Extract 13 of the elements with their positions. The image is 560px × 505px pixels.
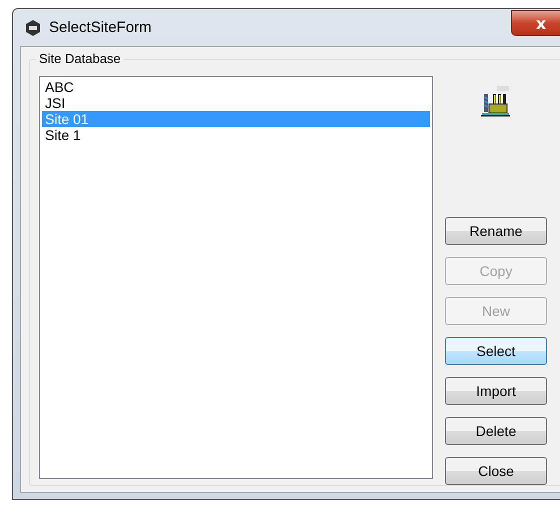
site-item[interactable]: Site 1 (42, 127, 430, 143)
action-button[interactable]: Select (445, 337, 547, 365)
window-close-button[interactable]: x (511, 10, 560, 36)
action-button[interactable]: Rename (445, 217, 547, 245)
action-button[interactable]: Delete (445, 417, 547, 445)
window-title: SelectSiteForm (49, 19, 152, 36)
app-icon (24, 18, 42, 36)
group-title: Site Database (36, 51, 124, 66)
site-item[interactable]: JSI (42, 95, 430, 111)
site-list[interactable]: ABC JSI Site 01 Site 1 (39, 76, 433, 479)
site-item[interactable]: ABC (42, 79, 430, 95)
action-button[interactable]: Close (445, 457, 547, 485)
action-button[interactable]: Import (445, 377, 547, 405)
